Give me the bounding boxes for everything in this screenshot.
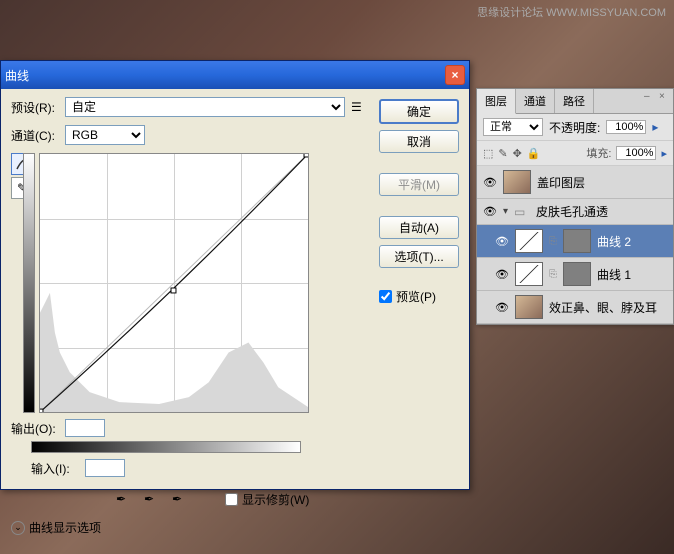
tab-channels[interactable]: 通道 (516, 89, 555, 113)
visibility-icon[interactable]: 👁 (495, 301, 509, 313)
layer-group[interactable]: 👁 ▾ ▭ 皮肤毛孔通透 (477, 199, 673, 225)
display-options-toggle[interactable]: ⌄ 曲线显示选项 (11, 519, 367, 536)
visibility-icon[interactable]: 👁 (483, 206, 497, 218)
opacity-label: 不透明度: (549, 119, 600, 136)
tab-layers[interactable]: 图层 (477, 89, 516, 114)
blend-mode-select[interactable]: 正常 (483, 118, 543, 136)
output-label: 输出(O): (11, 420, 59, 437)
visibility-icon[interactable]: 👁 (495, 235, 509, 247)
link-icon: ⎘ (549, 236, 557, 247)
expand-arrow-icon[interactable]: ▾ (503, 206, 508, 217)
layer-thumb (503, 170, 531, 194)
ok-button[interactable]: 确定 (379, 99, 459, 124)
layer-item[interactable]: 👁 盖印图层 (477, 166, 673, 199)
layer-name: 盖印图层 (537, 174, 585, 191)
preview-label: 预览(P) (396, 288, 436, 305)
layers-panel: 图层 通道 路径 – × 正常 不透明度: ▸ ⬚ ✎ ✥ 🔒 填充: ▸ 👁 … (476, 88, 674, 325)
channel-label: 通道(C): (11, 127, 59, 144)
layer-name: 效正鼻、眼、脖及耳 (549, 299, 657, 316)
preset-label: 预设(R): (11, 99, 59, 116)
smooth-button: 平滑(M) (379, 173, 459, 196)
layer-name: 曲线 1 (597, 266, 631, 283)
display-options-label: 曲线显示选项 (29, 519, 101, 536)
dialog-titlebar[interactable]: 曲线 × (1, 61, 469, 89)
layer-item[interactable]: 👁 ⎘ 曲线 1 (477, 258, 673, 291)
fill-input[interactable] (616, 146, 656, 160)
curve-graph[interactable] (39, 153, 309, 413)
layer-name: 曲线 2 (597, 233, 631, 250)
layer-item[interactable]: 👁 效正鼻、眼、脖及耳 (477, 291, 673, 324)
mask-thumb (563, 229, 591, 253)
output-input[interactable] (65, 419, 105, 437)
layer-list: 👁 盖印图层 👁 ▾ ▭ 皮肤毛孔通透 👁 ⎘ 曲线 2 👁 ⎘ 曲线 1 👁 (477, 166, 673, 324)
layer-name: 皮肤毛孔通透 (536, 203, 608, 220)
channel-select[interactable]: RGB (65, 125, 145, 145)
eyedropper-gray-icon[interactable]: ✒ (139, 489, 159, 509)
link-icon: ⎘ (549, 269, 557, 280)
visibility-icon[interactable]: 👁 (495, 268, 509, 280)
cancel-button[interactable]: 取消 (379, 130, 459, 153)
opacity-input[interactable] (606, 120, 646, 134)
folder-icon: ▭ (514, 205, 530, 219)
fill-arrow-icon[interactable]: ▸ (661, 147, 667, 160)
close-button[interactable]: × (445, 65, 465, 85)
mask-thumb (563, 262, 591, 286)
preset-select[interactable]: 自定 (65, 97, 345, 117)
panel-close-icon[interactable]: × (659, 91, 671, 103)
preview-checkbox[interactable] (379, 290, 392, 303)
input-label: 输入(I): (31, 460, 79, 477)
adjustment-thumb (515, 229, 543, 253)
watermark-text: 思缘设计论坛 WWW.MISSYUAN.COM (477, 4, 666, 20)
eyedropper-white-icon[interactable]: ✒ (167, 489, 187, 509)
panel-minimize-icon[interactable]: – (644, 91, 656, 103)
lock-icon[interactable]: ⬚ (483, 147, 493, 160)
lock-all-icon[interactable]: 🔒 (527, 147, 541, 160)
curve-path (40, 154, 308, 412)
eyedropper-black-icon[interactable]: ✒ (111, 489, 131, 509)
lock-position-icon[interactable]: ✥ (513, 147, 522, 160)
visibility-icon[interactable]: 👁 (483, 176, 497, 188)
adjustment-thumb (515, 262, 543, 286)
auto-button[interactable]: 自动(A) (379, 216, 459, 239)
layer-thumb (515, 295, 543, 319)
lock-pixels-icon[interactable]: ✎ (498, 147, 507, 160)
layer-item[interactable]: 👁 ⎘ 曲线 2 (477, 225, 673, 258)
input-gradient (31, 441, 301, 453)
output-gradient (23, 153, 35, 413)
chevron-icon: ⌄ (11, 521, 25, 535)
show-clipping-checkbox[interactable] (225, 493, 238, 506)
preset-menu-icon[interactable]: ☰ (351, 100, 362, 114)
input-input[interactable] (85, 459, 125, 477)
opacity-arrow-icon[interactable]: ▸ (652, 120, 658, 134)
fill-label: 填充: (586, 145, 611, 161)
curves-dialog: 曲线 × 预设(R): 自定 ☰ 通道(C): RGB ✎ (0, 60, 470, 490)
options-button[interactable]: 选项(T)... (379, 245, 459, 268)
tab-paths[interactable]: 路径 (555, 89, 594, 113)
dialog-title: 曲线 (5, 67, 29, 84)
show-clipping-label: 显示修剪(W) (242, 491, 309, 508)
